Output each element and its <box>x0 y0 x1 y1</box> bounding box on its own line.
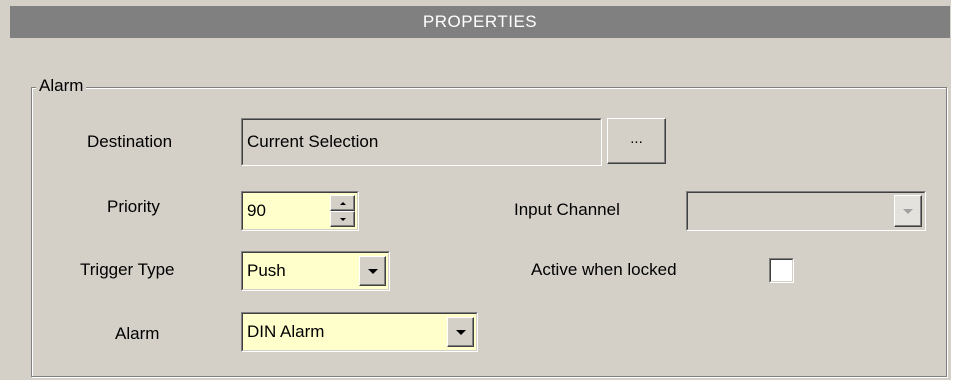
alarm-group-legend: Alarm <box>36 75 87 97</box>
active-when-locked-label: Active when locked <box>531 260 677 279</box>
chevron-down-icon <box>367 268 378 274</box>
chevron-down-icon <box>903 208 913 214</box>
alarm-label: Alarm <box>115 324 160 343</box>
destination-value: Current Selection <box>247 132 379 151</box>
priority-label: Priority <box>107 197 160 216</box>
trigger-type-label: Trigger Type <box>80 260 175 279</box>
active-when-locked-checkbox[interactable] <box>769 258 794 283</box>
priority-spin-up[interactable] <box>330 195 355 211</box>
chevron-down-icon <box>455 329 466 335</box>
destination-field: Current Selection <box>241 118 602 166</box>
priority-value: 90 <box>247 201 266 220</box>
input-channel-dropdown[interactable] <box>686 191 926 231</box>
input-channel-dropdown-button[interactable] <box>894 195 922 227</box>
trigger-type-value: Push <box>247 261 286 280</box>
alarm-dropdown-button[interactable] <box>447 317 474 347</box>
destination-label: Destination <box>87 132 173 151</box>
destination-browse-button[interactable]: ... <box>607 118 666 164</box>
alarm-dropdown[interactable]: DIN Alarm <box>241 312 478 352</box>
browse-ellipsis: ... <box>630 129 643 147</box>
window-edge <box>951 0 960 380</box>
alarm-value: DIN Alarm <box>247 322 325 341</box>
spin-down-arrow-icon <box>339 217 346 221</box>
trigger-type-dropdown[interactable]: Push <box>241 251 390 291</box>
spin-up-arrow-icon <box>339 201 346 205</box>
properties-panel: PROPERTIES Alarm Destination Current Sel… <box>0 0 951 380</box>
properties-title: PROPERTIES <box>422 12 538 31</box>
input-channel-label: Input Channel <box>514 200 620 219</box>
priority-spin-down[interactable] <box>330 211 355 227</box>
properties-header: PROPERTIES <box>10 6 950 38</box>
trigger-type-dropdown-button[interactable] <box>359 256 386 286</box>
